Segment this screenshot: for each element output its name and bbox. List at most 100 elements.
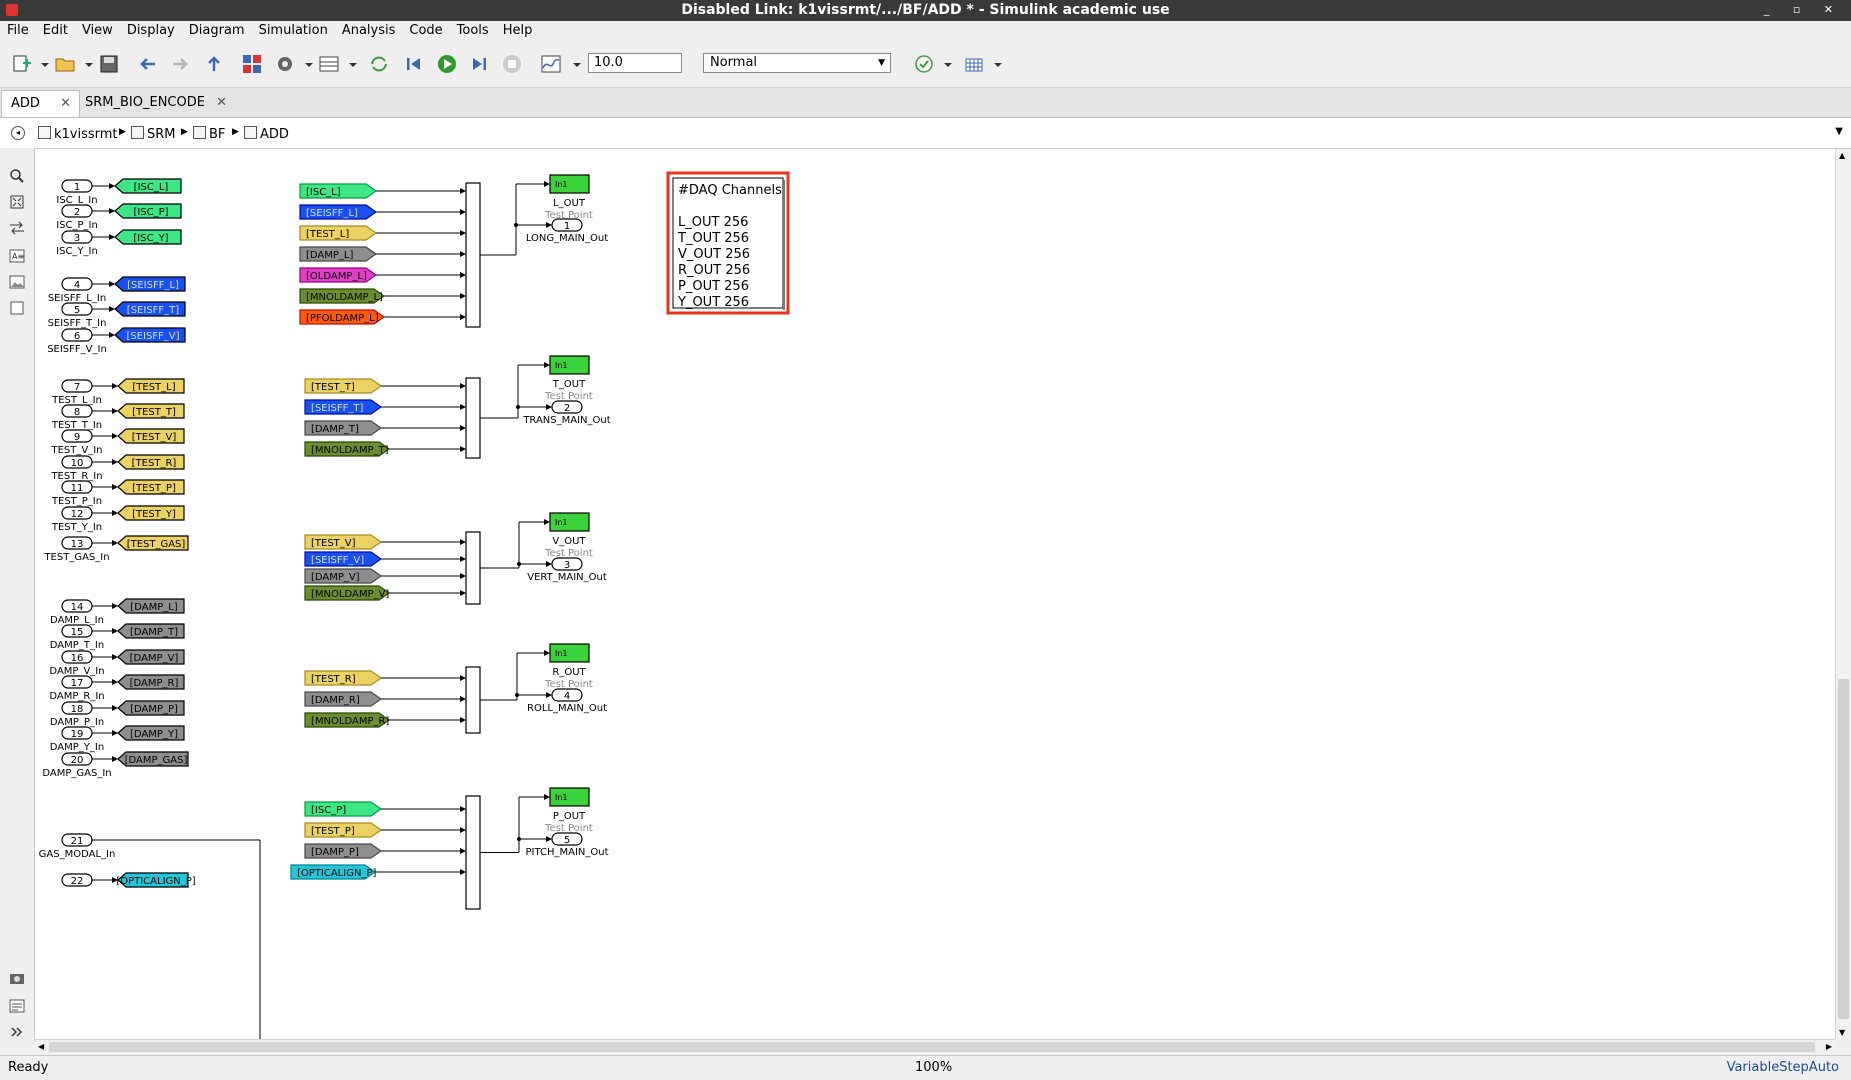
block-diagram[interactable]: 1 ISC_L_In [ISC_L] 2 ISC_P_In [ISC_P] 3 ISC_Y_I…	[35, 149, 1835, 1039]
inport-label: TEST_Y_In	[51, 522, 102, 533]
signal-line-head	[460, 209, 466, 215]
solver-link[interactable]: VariableStepAuto	[1727, 1060, 1839, 1075]
inport-14-number: 14	[71, 602, 84, 613]
sum-block[interactable]	[465, 182, 481, 328]
open-folder-icon[interactable]	[54, 53, 76, 75]
breadcrumb-item[interactable]: ADD	[244, 126, 289, 142]
menu-display[interactable]: Display	[120, 21, 182, 38]
signal-line-head	[460, 827, 466, 833]
back-arrow-icon[interactable]	[137, 53, 159, 75]
from-tag-label: [MNOLDAMP_V]	[311, 589, 389, 600]
chevron-down-icon[interactable]: ▼	[1835, 126, 1843, 137]
property-inspector-icon[interactable]	[9, 998, 25, 1014]
breadcrumb-item[interactable]: SRM	[131, 126, 176, 142]
signal-line-head	[460, 590, 466, 596]
outport-label: PITCH_MAIN_Out	[525, 847, 608, 858]
expand-panel-icon[interactable]	[9, 1024, 25, 1040]
model-canvas[interactable]: 1 ISC_L_In [ISC_L] 2 ISC_P_In [ISC_P] 3 ISC_Y_I…	[35, 149, 1835, 1039]
update-diagram-icon[interactable]	[368, 53, 390, 75]
zoom-icon[interactable]	[9, 168, 25, 184]
title-bar: Disabled Link: k1vissrmt/.../BF/ADD * - …	[0, 0, 1851, 21]
sum-block[interactable]	[465, 377, 481, 459]
up-arrow-icon[interactable]	[203, 53, 225, 75]
scroll-up-icon[interactable]: ▲	[1839, 151, 1845, 160]
new-model-icon[interactable]	[10, 53, 32, 75]
sum-block[interactable]	[465, 795, 481, 910]
signal-line-head	[546, 836, 552, 842]
scroll-down-icon[interactable]: ▼	[1839, 1028, 1845, 1037]
sum-block[interactable]	[465, 666, 481, 734]
new-dropdown-icon[interactable]	[34, 53, 49, 75]
inport-label: SEISFF_L_In	[48, 293, 106, 304]
fit-to-view-icon[interactable]	[9, 194, 25, 210]
menu-view[interactable]: View	[75, 21, 120, 38]
signal-line-head	[460, 848, 466, 854]
area-icon[interactable]	[9, 300, 25, 316]
open-dropdown-icon[interactable]	[78, 53, 93, 75]
settings-dropdown-icon[interactable]	[298, 53, 313, 75]
from-tag-label: [OPTICALIGN_P]	[297, 868, 376, 879]
signal-line-head	[544, 794, 550, 800]
model-advisor-check-icon[interactable]	[913, 53, 935, 75]
menu-code[interactable]: Code	[402, 21, 449, 38]
daq-annotation-line: T_OUT 256	[677, 231, 749, 246]
library-browser-icon[interactable]	[241, 53, 263, 75]
run-icon[interactable]	[436, 53, 458, 75]
breadcrumb-item[interactable]: k1vissrmt	[38, 126, 118, 142]
screenshot-icon[interactable]	[9, 970, 25, 986]
goto-tag-label: [TEST_L]	[132, 382, 175, 393]
scope-dropdown-icon[interactable]	[566, 53, 581, 75]
test-point-port: In1	[555, 649, 568, 658]
test-point-caption: Test Point	[544, 679, 593, 690]
inport-label: TEST_T_In	[51, 420, 102, 431]
image-icon[interactable]	[9, 274, 25, 290]
forward-arrow-icon[interactable]	[169, 53, 191, 75]
build-grid-icon[interactable]	[963, 53, 985, 75]
annotation-icon[interactable]: A≡	[9, 248, 25, 264]
step-forward-icon[interactable]	[468, 53, 490, 75]
test-point-caption: Test Point	[544, 391, 593, 402]
scroll-right-icon[interactable]: ▶	[1826, 1042, 1832, 1051]
horizontal-scroll-thumb[interactable]	[49, 1042, 1815, 1052]
gear-icon[interactable]	[274, 53, 296, 75]
menu-tools[interactable]: Tools	[450, 21, 496, 38]
horizontal-scrollbar[interactable]: ◀ ▶	[35, 1039, 1835, 1055]
goto-tag-label: [TEST_Y]	[132, 509, 176, 520]
vertical-scroll-thumb[interactable]	[1838, 679, 1849, 1019]
menu-edit[interactable]: Edit	[36, 21, 75, 38]
save-icon[interactable]	[98, 53, 120, 75]
menu-analysis[interactable]: Analysis	[335, 21, 403, 38]
vertical-scrollbar[interactable]: ▲ ▼	[1835, 149, 1851, 1039]
inport-label: DAMP_Y_In	[50, 742, 104, 753]
stop-time-input[interactable]: 10.0	[588, 53, 682, 73]
advisor-dropdown-icon[interactable]	[937, 53, 952, 75]
breadcrumb-item[interactable]: BF	[193, 126, 225, 142]
inport-label: SEISFF_V_In	[47, 344, 107, 355]
menu-help[interactable]: Help	[496, 21, 540, 38]
scope-icon[interactable]	[540, 53, 562, 75]
tab-srm-bio-encode[interactable]: SRM_BIO_ENCODE ✕	[76, 90, 235, 116]
status-text: Ready	[8, 1060, 49, 1075]
test-point-caption: Test Point	[544, 823, 593, 834]
inport-label: GAS_MODAL_In	[39, 849, 116, 860]
arrows-icon[interactable]	[9, 220, 25, 236]
simulation-mode-select[interactable]: Normal ▼	[703, 53, 891, 73]
stop-icon[interactable]	[501, 53, 523, 75]
explorer-bar-toggle-icon[interactable]: ◂	[11, 126, 25, 140]
sum-block[interactable]	[465, 531, 481, 605]
model-explorer-icon[interactable]	[318, 53, 340, 75]
close-icon[interactable]: ✕	[216, 90, 227, 116]
build-dropdown-icon[interactable]	[987, 53, 1002, 75]
close-icon[interactable]: ✕	[60, 91, 71, 117]
menu-file[interactable]: File	[0, 21, 36, 38]
menu-simulation[interactable]: Simulation	[252, 21, 335, 38]
menu-diagram[interactable]: Diagram	[182, 21, 252, 38]
explorer-dropdown-icon[interactable]	[342, 53, 357, 75]
subsystem-icon	[193, 126, 206, 139]
scroll-left-icon[interactable]: ◀	[38, 1042, 44, 1051]
inport-label: ISC_L_In	[56, 195, 97, 206]
tab-add[interactable]: ADD ✕	[1, 90, 80, 117]
inport-7-number: 7	[74, 382, 80, 393]
step-back-icon[interactable]	[403, 53, 425, 75]
window-controls[interactable]: _ ▫ ✕	[1764, 3, 1843, 16]
